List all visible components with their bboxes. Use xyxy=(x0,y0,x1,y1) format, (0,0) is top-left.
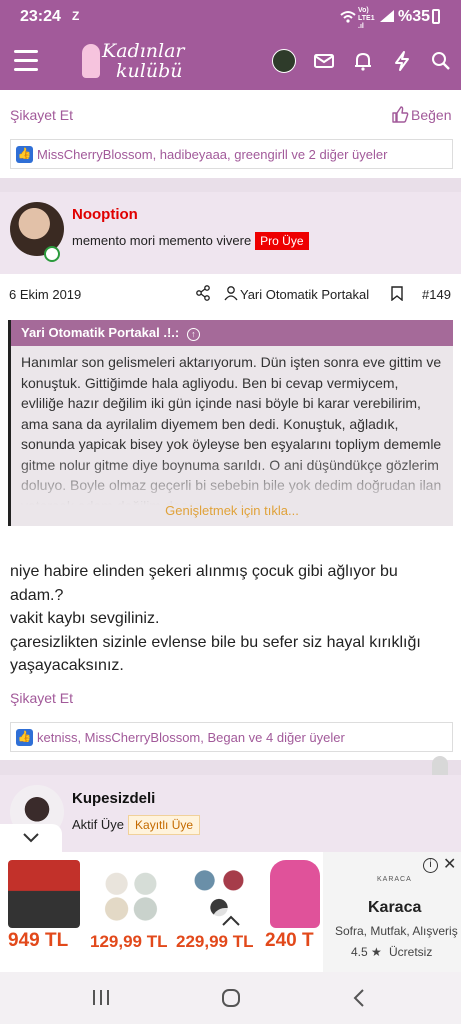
report-link[interactable]: Şikayet Et xyxy=(10,107,73,123)
collapse-tab[interactable] xyxy=(0,824,62,852)
ad-product-image[interactable] xyxy=(270,860,320,928)
account-avatar[interactable] xyxy=(272,49,296,73)
logo-figure-icon xyxy=(82,44,100,78)
username[interactable]: Nooption xyxy=(72,206,138,223)
like-button[interactable]: Beğen xyxy=(411,107,451,123)
share-icon[interactable] xyxy=(196,285,210,301)
wifi-icon xyxy=(340,11,356,23)
likes-list: ketniss, MissCherryBlossom, Began ve 4 d… xyxy=(37,730,345,745)
likes-summary[interactable]: 👍 MissCherryBlossom, hadibeyaaa, greengi… xyxy=(10,139,453,169)
notification-icon: Z xyxy=(72,9,80,23)
site-logo[interactable]: Kadınlar kulübü xyxy=(80,40,210,84)
menu-icon[interactable] xyxy=(14,50,38,72)
thumbs-up-icon[interactable] xyxy=(392,106,409,123)
back-icon[interactable] xyxy=(352,988,366,1008)
network-label: Vo) LTE1 .ıl xyxy=(358,7,375,30)
ad-scroll-up[interactable] xyxy=(212,908,250,934)
post-date[interactable]: 6 Ekim 2019 xyxy=(9,287,81,302)
battery-icon xyxy=(432,9,440,24)
ad-price[interactable]: 949 TL xyxy=(8,930,68,952)
post-line: niye habire elinden şekeri alınmış çocuk… xyxy=(10,563,398,604)
logo-text-line2: kulübü xyxy=(116,60,183,82)
ad-info-icon[interactable]: i xyxy=(423,858,438,873)
bell-icon[interactable] xyxy=(352,50,374,72)
battery-percent: %35 xyxy=(398,8,431,25)
ad-brand-subtitle: Sofra, Mutfak, Alışveriş xyxy=(335,924,458,938)
user-icon xyxy=(224,286,238,301)
like-count-icon: 👍 xyxy=(16,146,33,163)
bookmark-icon[interactable] xyxy=(391,286,403,301)
search-icon[interactable] xyxy=(430,50,452,72)
post-line: vakit kaybı sevgiliniz. xyxy=(10,610,160,627)
username[interactable]: Kupesizdeli xyxy=(72,790,155,807)
likes-list: MissCherryBlossom, hadibeyaaa, greengirl… xyxy=(37,147,388,162)
quoted-user-link[interactable]: Yari Otomatik Portakal xyxy=(240,287,369,302)
ad-brand-panel[interactable]: i ✕ KARACA Karaca Sofra, Mutfak, Alışver… xyxy=(323,852,461,972)
ad-price-free: Ücretsiz xyxy=(389,945,433,959)
expand-quote-link[interactable]: Genişletmek için tıkla... xyxy=(11,503,453,518)
top-bar: Kadınlar kulübü xyxy=(0,34,461,90)
post-user-header: Nooption memento mori memento vivere Pro … xyxy=(0,192,461,274)
recent-apps-icon[interactable] xyxy=(92,989,110,1006)
status-bar: 23:24 Z Vo) LTE1 .ıl %35 xyxy=(0,0,461,34)
signal-icon xyxy=(380,10,394,22)
mail-icon[interactable] xyxy=(313,50,335,72)
lightning-icon[interactable] xyxy=(391,50,413,72)
likes-summary[interactable]: 👍 ketniss, MissCherryBlossom, Began ve 4… xyxy=(10,722,453,752)
user-badge: Pro Üye xyxy=(255,232,309,250)
quote-author: Yari Otomatik Portakal .!.: xyxy=(21,325,180,340)
ad-banner[interactable]: 949 TL 129,99 TL 229,99 TL 240 T i ✕ KAR… xyxy=(0,852,461,972)
ad-brand-logo: KARACA xyxy=(377,876,412,883)
user-title-text: Aktif Üye xyxy=(72,817,125,832)
post-message: niye habire elinden şekeri alınmış çocuk… xyxy=(10,560,450,678)
ad-product-image[interactable] xyxy=(8,860,80,928)
user-title-text: memento mori memento vivere xyxy=(72,233,252,248)
online-status-icon xyxy=(44,246,60,262)
ad-price[interactable]: 240 T xyxy=(265,930,314,952)
logo-text-line1: Kadınlar xyxy=(102,40,185,62)
like-count-icon: 👍 xyxy=(16,729,33,746)
arrow-up-circle-icon: ↑ xyxy=(186,328,200,341)
user-badge: Kayıtlı Üye xyxy=(128,815,201,835)
ad-brand-name: Karaca xyxy=(368,899,422,916)
ad-product-image[interactable] xyxy=(95,860,167,928)
ad-close-icon[interactable]: ✕ xyxy=(443,854,456,874)
user-title: memento mori memento vivere Pro Üye xyxy=(72,232,309,250)
post-number[interactable]: #149 xyxy=(422,287,451,302)
system-nav-bar xyxy=(0,972,461,1024)
next-post-user-header: Kupesizdeli Aktif Üye Kayıtlı Üye xyxy=(0,775,461,852)
quote-block: Yari Otomatik Portakal .!.: ↑ Hanımlar s… xyxy=(8,320,453,526)
ad-rating: 4.5 ★ xyxy=(351,945,382,959)
previous-post-footer: Şikayet Et Beğen 👍 MissCherryBlossom, ha… xyxy=(0,90,461,178)
report-link[interactable]: Şikayet Et xyxy=(10,690,73,706)
chevron-down-icon xyxy=(23,833,39,843)
chevron-up-icon xyxy=(222,915,240,926)
ad-price[interactable]: 229,99 TL xyxy=(176,932,254,952)
status-time: 23:24 xyxy=(20,8,61,25)
ad-price[interactable]: 129,99 TL xyxy=(90,932,168,952)
user-title: Aktif Üye Kayıtlı Üye xyxy=(72,815,201,835)
post-line: çaresizlikten sizinle evlense bile bu se… xyxy=(10,633,421,675)
quote-header[interactable]: Yari Otomatik Portakal .!.: ↑ xyxy=(11,320,453,346)
home-icon[interactable] xyxy=(221,988,241,1008)
